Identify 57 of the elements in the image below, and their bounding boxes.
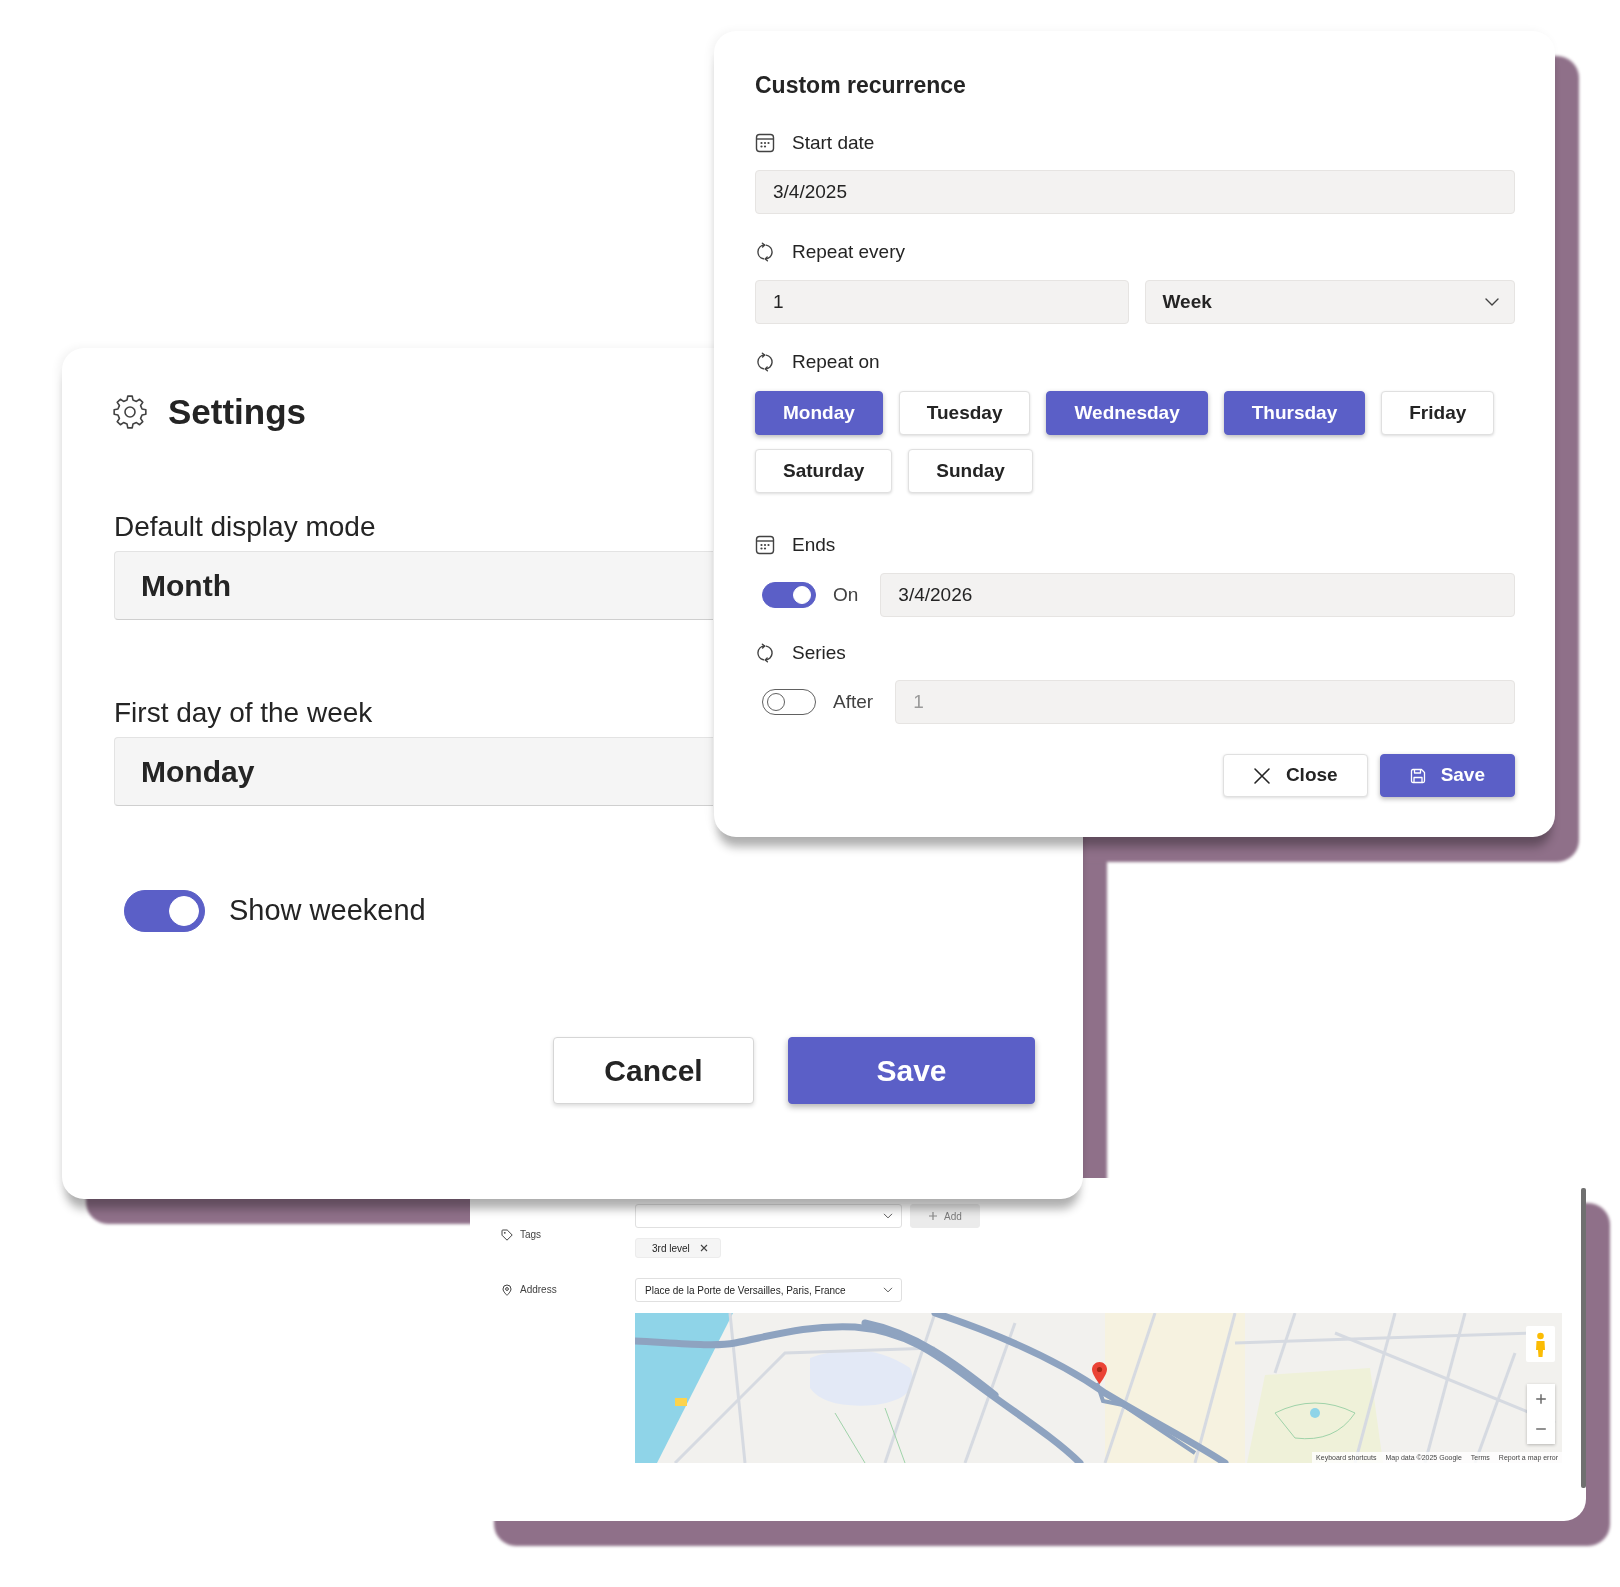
pegman-icon[interactable] (1526, 1326, 1555, 1362)
date-field[interactable]: 3/4/2025 (755, 170, 1515, 214)
field-label: Ends (792, 533, 836, 557)
repeat-icon (755, 352, 775, 372)
repeat-icon (755, 242, 775, 262)
close-icon (1252, 766, 1271, 785)
calendar-icon (755, 133, 775, 153)
map-pin-icon (1092, 1362, 1107, 1384)
day-toggle-button[interactable]: Wednesday (1046, 391, 1208, 435)
cancel-button[interactable]: Cancel (553, 1036, 754, 1104)
switch-label: After (833, 689, 874, 714)
day-toggle-button[interactable]: Friday (1381, 391, 1495, 435)
switch-label: Show weekend (229, 893, 426, 928)
dropdown-field[interactable]: Month (114, 551, 713, 620)
dropdown-field[interactable]: Monday (114, 737, 713, 806)
close-icon[interactable] (699, 1244, 708, 1252)
switch-label: On (833, 582, 859, 607)
save-button[interactable]: Save (788, 1036, 1035, 1104)
date-field[interactable]: 3/4/2026 (880, 573, 1515, 617)
field-label: Repeat on (792, 350, 880, 374)
chevron-down-icon (883, 1285, 893, 1295)
field-label: Start date (792, 131, 875, 155)
field-label: Default display mode (114, 510, 376, 544)
calendar-icon (755, 535, 775, 555)
dropdown-field[interactable]: Week (1144, 280, 1515, 324)
tag-label: 3rd level (652, 1241, 690, 1256)
close-button[interactable]: Close (1222, 754, 1368, 797)
day-toggle-button[interactable]: Tuesday (898, 391, 1031, 435)
day-toggle-button[interactable]: Sunday (908, 449, 1033, 493)
field-label: Repeat every (792, 240, 905, 264)
location-icon (501, 1284, 513, 1296)
field-label: Series (792, 641, 846, 665)
tag-icon (501, 1229, 513, 1241)
plus-icon (1535, 1393, 1547, 1405)
dialog-title: Settings (168, 391, 307, 433)
dropdown-field[interactable]: Place de la Porte de Versailles, Paris, France (635, 1278, 902, 1302)
zoom-in-button[interactable] (1527, 1384, 1555, 1414)
toggle-switch[interactable] (124, 889, 205, 932)
toggle-switch[interactable] (762, 582, 816, 608)
field-label: Address (520, 1283, 557, 1297)
repeat-icon (755, 643, 775, 663)
toggle-switch[interactable] (762, 689, 816, 715)
day-toggle-button[interactable]: Saturday (755, 449, 893, 493)
dropdown-field[interactable] (635, 1204, 902, 1228)
zoom-out-button[interactable] (1527, 1414, 1555, 1444)
field-label: Tags (520, 1228, 542, 1242)
chevron-down-icon (883, 1211, 893, 1221)
settings-icon (112, 394, 148, 430)
plus-icon (928, 1211, 939, 1221)
save-button[interactable]: Save (1379, 754, 1515, 797)
day-toggle-button[interactable]: Monday (755, 391, 883, 435)
day-toggle-button[interactable]: Thursday (1223, 391, 1366, 435)
field-label: First day of the week (114, 696, 373, 730)
scrollbar[interactable] (1581, 1188, 1586, 1488)
number-field[interactable]: 1 (755, 280, 1129, 324)
dialog-title: Custom recurrence (755, 71, 966, 99)
save-icon (1409, 767, 1426, 784)
